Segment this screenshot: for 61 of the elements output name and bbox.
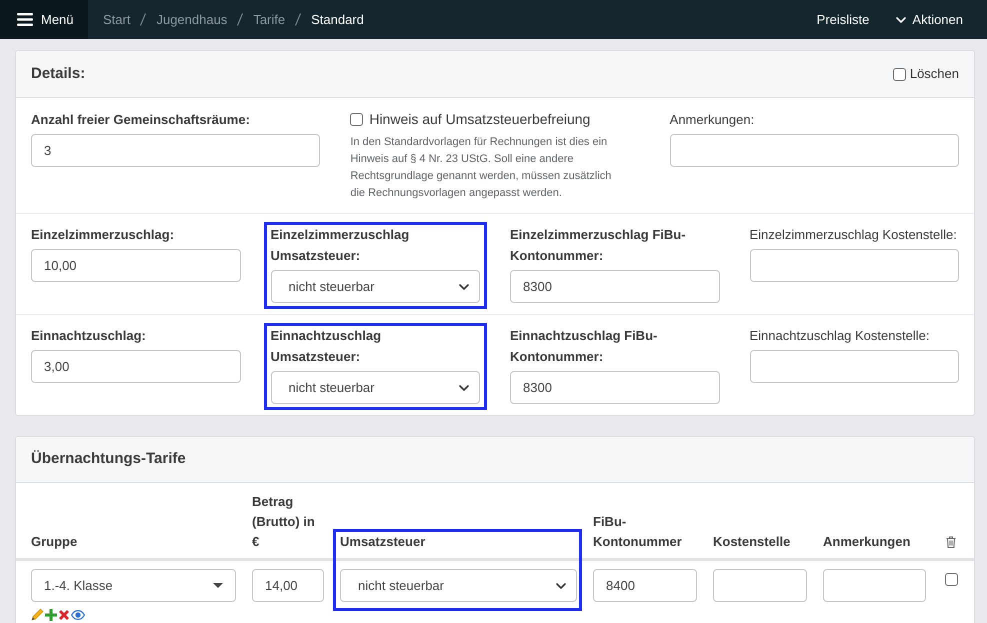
field-label: Einnachtzuschlag FiBu-Kontonummer: (510, 327, 658, 366)
breadcrumb-link[interactable]: Standard (311, 10, 364, 30)
checkbox-label: Hinweis auf Umsatzsteuerbefreiung (369, 110, 590, 129)
chevron-down-icon (459, 284, 469, 290)
field-label: Einzelzimmerzuschlag Kostenstelle: (750, 226, 958, 244)
group-select[interactable]: 1.-4. Klasse (31, 569, 236, 602)
field-label: Anmerkungen: (670, 111, 756, 129)
menu-button[interactable]: Menü (0, 0, 88, 39)
field-label: Einzelzimmerzuschlag Umsatzsteuer: (270, 226, 410, 265)
slash-icon (237, 13, 244, 26)
text-input[interactable]: 8300 (510, 270, 720, 303)
text-input[interactable]: 8300 (510, 371, 720, 404)
text-input[interactable] (670, 134, 959, 167)
checkbox-label: Löschen (910, 65, 959, 84)
pricelist-button[interactable]: Preisliste (804, 4, 882, 34)
help-text: In den Standardvorlagen für Rechnungen ist dies ein Hinweis auf § 4 Nr. 23 UStG. Soll eine andere Rechtsgrundlage genannt werden, müssen zusätzlich die Rechnungsvorlagen angepasst werden. (350, 135, 612, 201)
tax-exempt-checkbox[interactable] (350, 113, 364, 126)
x-icon[interactable] (58, 608, 70, 620)
text-input[interactable] (713, 569, 807, 602)
column-header: Gruppe (31, 533, 78, 551)
card-title: Details: (31, 64, 86, 84)
text-input[interactable]: 10,00 (31, 249, 240, 282)
slash-icon (140, 13, 146, 26)
card-title: Übernachtungs-Tarife (31, 449, 186, 470)
tax-select[interactable]: nicht steuerbar (270, 371, 480, 404)
menu-icon (17, 13, 33, 26)
chevron-down-icon (896, 16, 906, 22)
chevron-down-icon (556, 582, 566, 588)
column-header: Kostenstelle (713, 533, 790, 551)
field-label: Einnachtzuschlag: (31, 327, 147, 345)
field-label: Einnachtzuschlag Umsatzsteuer: (270, 327, 382, 366)
delete-checkbox[interactable] (892, 68, 906, 80)
column-header: Anmerkungen (823, 533, 910, 551)
text-input[interactable] (750, 350, 959, 383)
slash-icon (295, 13, 302, 26)
tax-select[interactable]: nicht steuerbar (270, 270, 480, 303)
chevron-down-icon (459, 384, 469, 390)
pencil-icon[interactable] (31, 608, 44, 621)
text-input[interactable]: 3 (31, 134, 320, 167)
text-input[interactable]: 3,00 (31, 350, 240, 383)
text-input[interactable] (750, 249, 959, 282)
field-label: Einzelzimmerzuschlag FiBu-Kontonummer: (510, 226, 687, 265)
eye-icon[interactable] (71, 610, 85, 620)
trash-icon (946, 536, 956, 548)
text-input[interactable]: 8400 (593, 569, 697, 602)
delete-row-checkbox[interactable] (944, 573, 958, 586)
text-input[interactable]: 14,00 (252, 569, 324, 602)
breadcrumb-link[interactable]: Start (103, 10, 130, 30)
caret-down-icon (213, 583, 223, 588)
actions-dropdown[interactable]: Aktionen (884, 4, 975, 34)
column-header: Betrag (Brutto) in € (252, 493, 316, 551)
field-label: Anzahl freier Gemeinschaftsräume: (31, 111, 251, 129)
column-header: FiBu-Kontonummer (593, 513, 683, 551)
text-input[interactable] (823, 569, 926, 602)
field-label: Einnachtzuschlag Kostenstelle: (750, 327, 930, 345)
field-label: Einzelzimmerzuschlag: (31, 226, 176, 244)
plus-icon[interactable] (45, 608, 57, 620)
column-header: Umsatzsteuer (340, 533, 426, 551)
breadcrumb-link[interactable]: Jugendhaus (156, 10, 228, 30)
tax-select[interactable]: nicht steuerbar (340, 569, 577, 602)
breadcrumb-link[interactable]: Tarife (253, 10, 286, 30)
